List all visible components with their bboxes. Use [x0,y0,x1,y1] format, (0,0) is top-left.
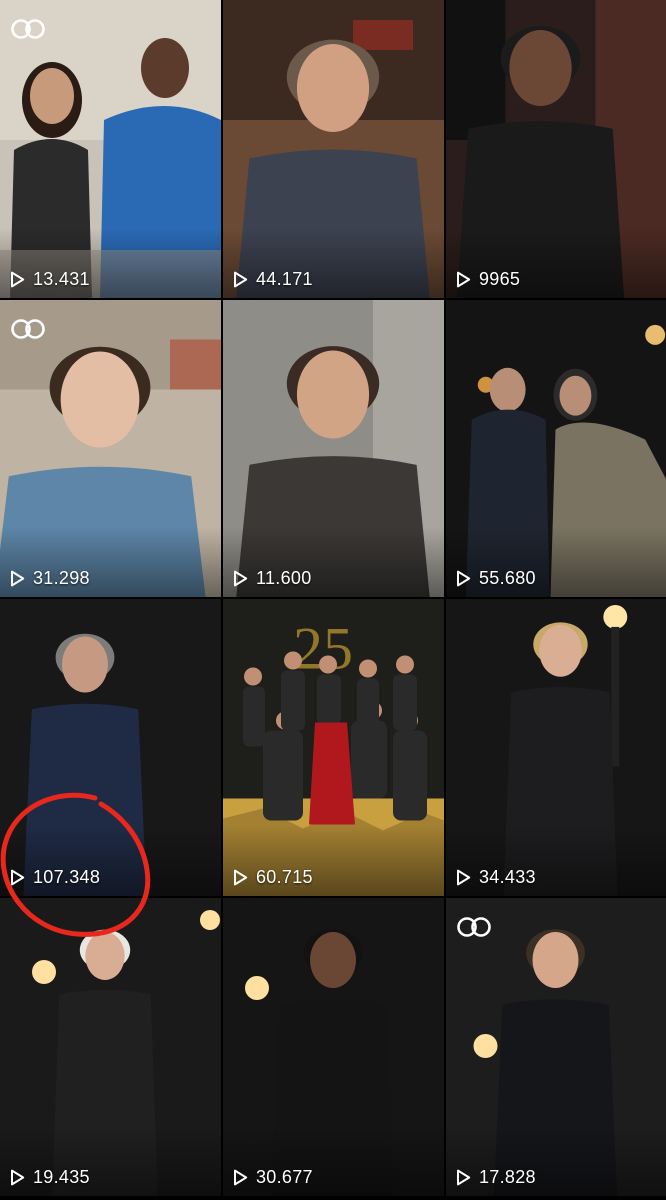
video-tile[interactable]: 30.677 [223,898,444,1196]
video-tile[interactable]: 44.171 [223,0,444,298]
view-count: 9965 [456,269,520,290]
video-grid: 13.431 44.171 9965 31.298 11.600 55.680 [0,0,666,1200]
view-count-label: 30.677 [256,1167,313,1187]
video-tile[interactable]: 34.433 [446,599,666,896]
collab-icon [11,19,45,39]
video-tile[interactable]: 55.680 [446,300,666,597]
view-count: 107.348 [10,867,100,888]
play-icon [457,1169,471,1186]
view-count: 55.680 [456,568,536,589]
play-icon [234,869,248,886]
video-tile[interactable]: 31.298 [0,300,221,597]
play-icon [234,570,248,587]
video-tile[interactable]: 9965 [446,0,666,298]
play-icon [457,271,471,288]
view-count-label: 17.828 [479,1167,536,1187]
video-tile[interactable]: 13.431 [0,0,221,298]
view-count: 11.600 [233,568,312,589]
video-tile[interactable]: 19.435 [0,898,221,1196]
collab-icon [11,319,45,339]
video-tile[interactable]: 107.348 [0,599,221,896]
view-count-label: 107.348 [33,867,101,887]
view-count: 19.435 [10,1167,90,1188]
view-count-label: 44.171 [256,269,313,289]
view-count: 31.298 [10,568,90,589]
view-count-label: 60.715 [256,867,313,887]
view-count-label: 9965 [479,269,521,289]
play-icon [234,271,248,288]
video-tile[interactable]: 11.600 [223,300,444,597]
play-icon [11,869,25,886]
view-count: 17.828 [456,1167,536,1188]
play-icon [11,570,25,587]
view-count-label: 55.680 [479,568,536,588]
view-count: 13.431 [10,269,90,290]
view-count: 60.715 [233,867,313,888]
play-icon [234,1169,248,1186]
play-icon [457,570,471,587]
view-count: 30.677 [233,1167,313,1188]
play-icon [11,1169,25,1186]
view-count-label: 34.433 [479,867,536,887]
view-count: 44.171 [233,269,313,290]
video-tile[interactable]: 17.828 [446,898,666,1196]
view-count: 34.433 [456,867,536,888]
collab-icon [457,917,491,937]
play-icon [457,869,471,886]
view-count-label: 13.431 [33,269,90,289]
view-count-label: 31.298 [33,568,90,588]
view-count-label: 19.435 [33,1167,90,1187]
view-count-label: 11.600 [256,568,312,588]
video-tile[interactable]: 25 60.715 [223,599,444,896]
play-icon [11,271,25,288]
